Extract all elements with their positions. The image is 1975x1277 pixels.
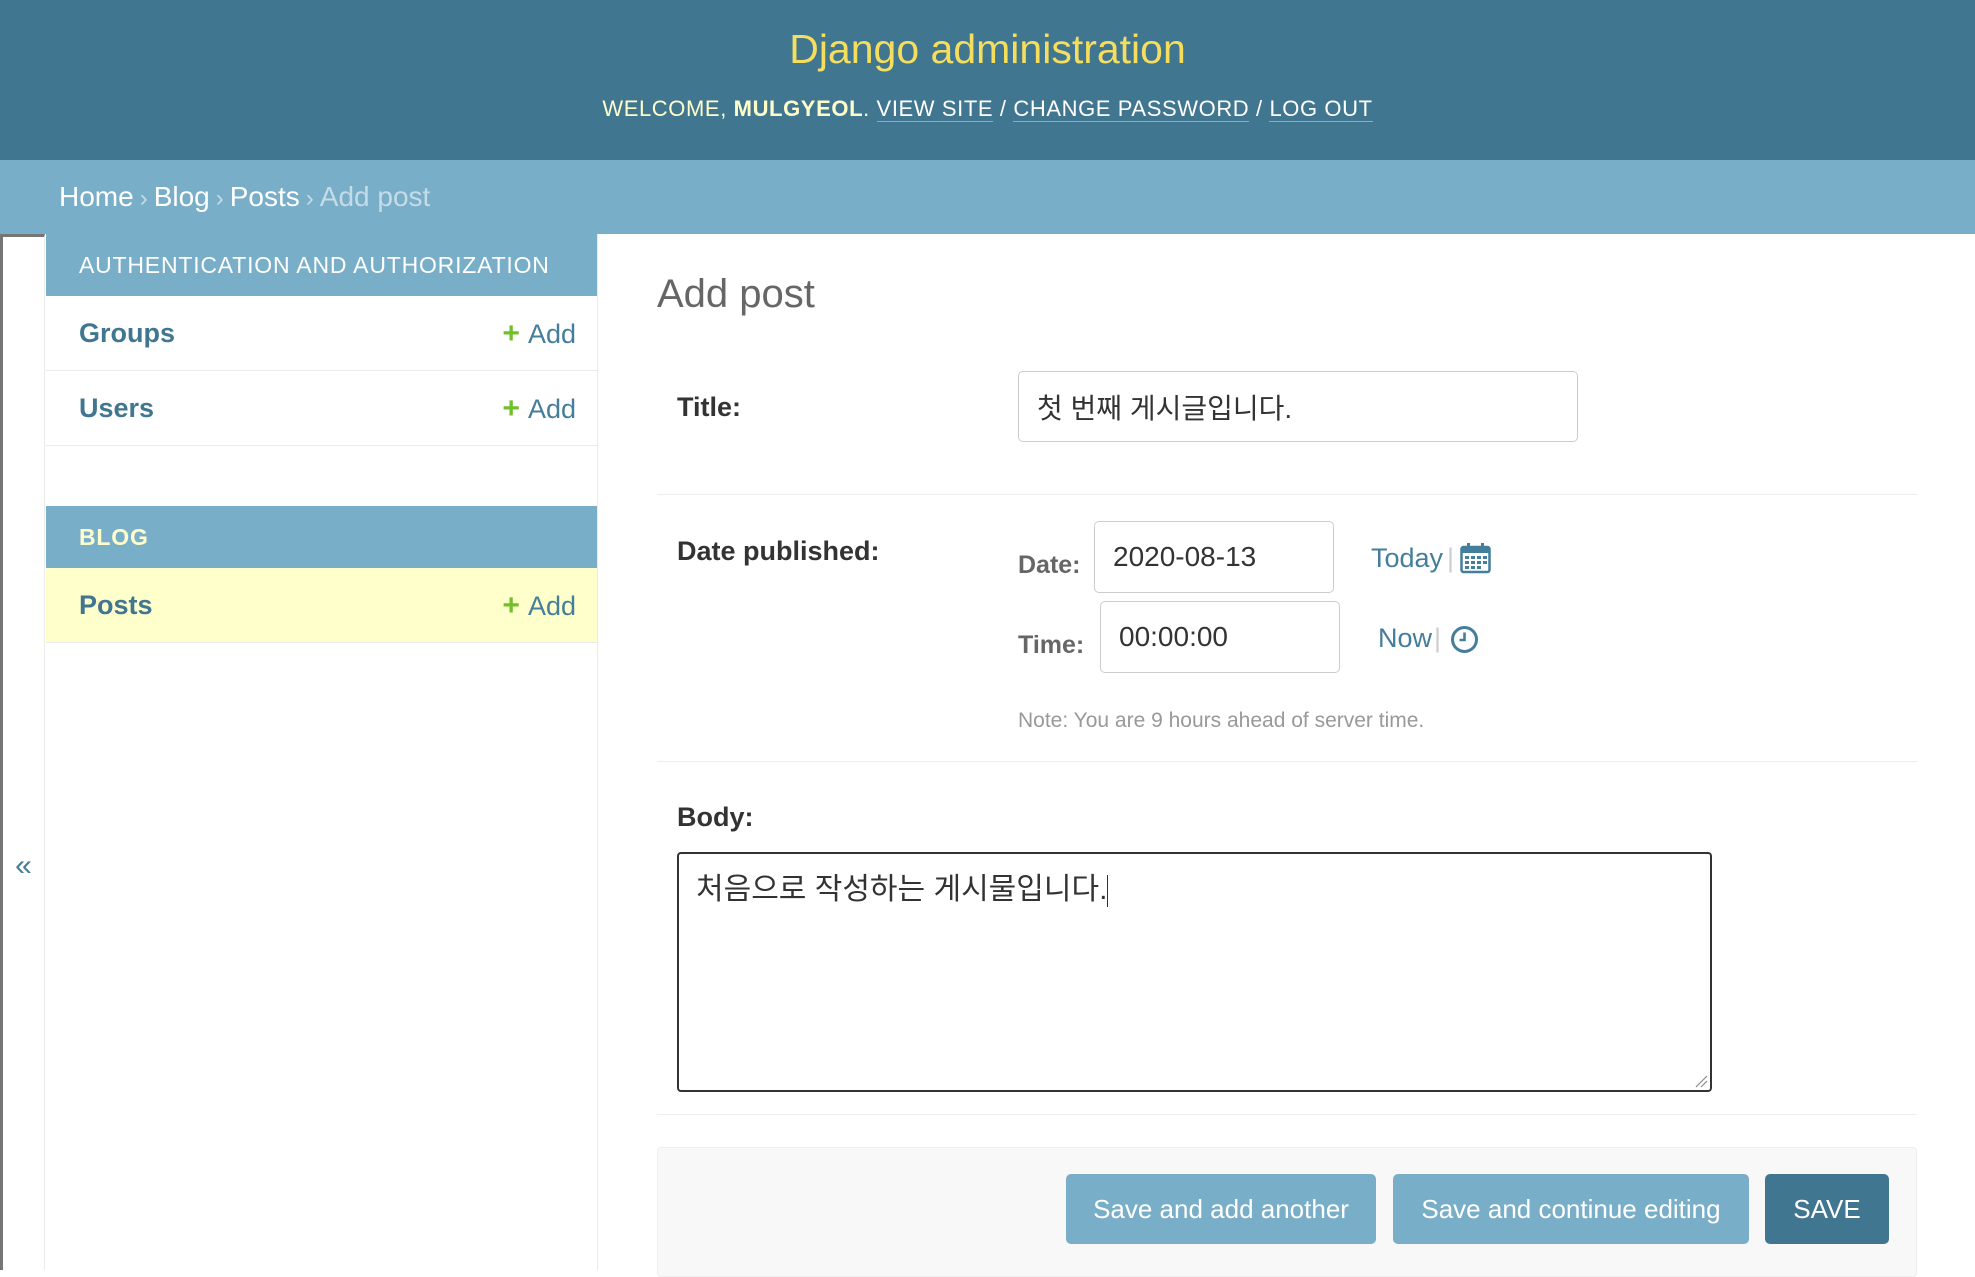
header: Django administration Welcome, mulgyeol.… [0,0,1975,160]
nav-sidebar: Authentication and Authorization Groups … [46,234,598,1270]
submit-row: Save and add another Save and continue e… [657,1147,1917,1277]
save-and-continue-button[interactable]: Save and continue editing [1393,1174,1749,1244]
title-input[interactable]: 첫 번째 게시글입니다. [1018,371,1578,442]
toggle-sidebar-button[interactable]: « [0,234,45,1270]
sidebar-item-users: Users + Add [46,371,597,446]
site-branding: Django administration [789,26,1186,72]
add-group-link[interactable]: + Add [502,296,576,372]
breadcrumb-home[interactable]: Home [59,181,134,212]
sidebar-link-users[interactable]: Users [79,393,154,423]
add-post-link[interactable]: + Add [502,568,576,644]
clock-icon[interactable] [1450,625,1479,661]
sidebar-link-groups[interactable]: Groups [79,318,175,348]
timezone-warning: Note: You are 9 hours ahead of server ti… [1018,709,1425,732]
module-blog: Blog Posts + Add [46,506,597,643]
username: mulgyeol [733,96,864,121]
form-row-title: Title: 첫 번째 게시글입니다. [657,354,1917,495]
module-caption-auth[interactable]: Authentication and Authorization [46,234,597,296]
form-row-body: Body: 처음으로 작성하는 게시물입니다. [657,762,1917,1115]
calendar-icon[interactable] [1460,542,1491,581]
body-textarea[interactable]: 처음으로 작성하는 게시물입니다. [677,852,1712,1092]
now-link[interactable]: Now [1378,623,1432,654]
plus-icon: + [502,317,520,350]
change-password-link[interactable]: Change password [1013,96,1250,122]
sidebar-item-posts: Posts + Add [46,568,597,643]
plus-icon: + [502,589,520,622]
breadcrumb: Home › Blog › Posts › Add post [0,160,1975,234]
body-label: Body: [677,802,754,832]
add-user-link[interactable]: + Add [502,371,576,447]
title-label: Title: [677,392,742,422]
save-and-add-another-button[interactable]: Save and add another [1066,1174,1376,1244]
view-site-link[interactable]: View site [876,96,994,122]
save-button[interactable]: Save [1765,1174,1889,1244]
page-title: Add post [657,272,815,316]
form-row-date-published: Date published: Date: 2020-08-13 Today |… [657,496,1917,762]
user-tools: Welcome, mulgyeol. View site / Change pa… [602,96,1373,122]
sidebar-item-groups: Groups + Add [46,296,597,371]
breadcrumb-current: Add post [319,181,431,212]
module-caption-blog[interactable]: Blog [46,506,597,568]
log-out-link[interactable]: Log out [1269,96,1373,122]
date-label: Date: [1018,551,1081,579]
sidebar-link-posts[interactable]: Posts [79,590,153,620]
breadcrumb-blog[interactable]: Blog [154,181,210,212]
time-input[interactable]: 00:00:00 [1100,601,1340,673]
date-published-label: Date published: [677,536,880,566]
breadcrumb-posts[interactable]: Posts [230,181,300,212]
today-link[interactable]: Today [1371,543,1443,574]
welcome-text: Welcome, [602,96,727,121]
resize-grip-icon[interactable] [1694,1074,1708,1088]
module-auth: Authentication and Authorization Groups … [46,234,597,446]
plus-icon: + [502,392,520,425]
collapse-icon: « [15,849,32,882]
time-label: Time: [1018,631,1085,659]
date-input[interactable]: 2020-08-13 [1094,521,1334,593]
